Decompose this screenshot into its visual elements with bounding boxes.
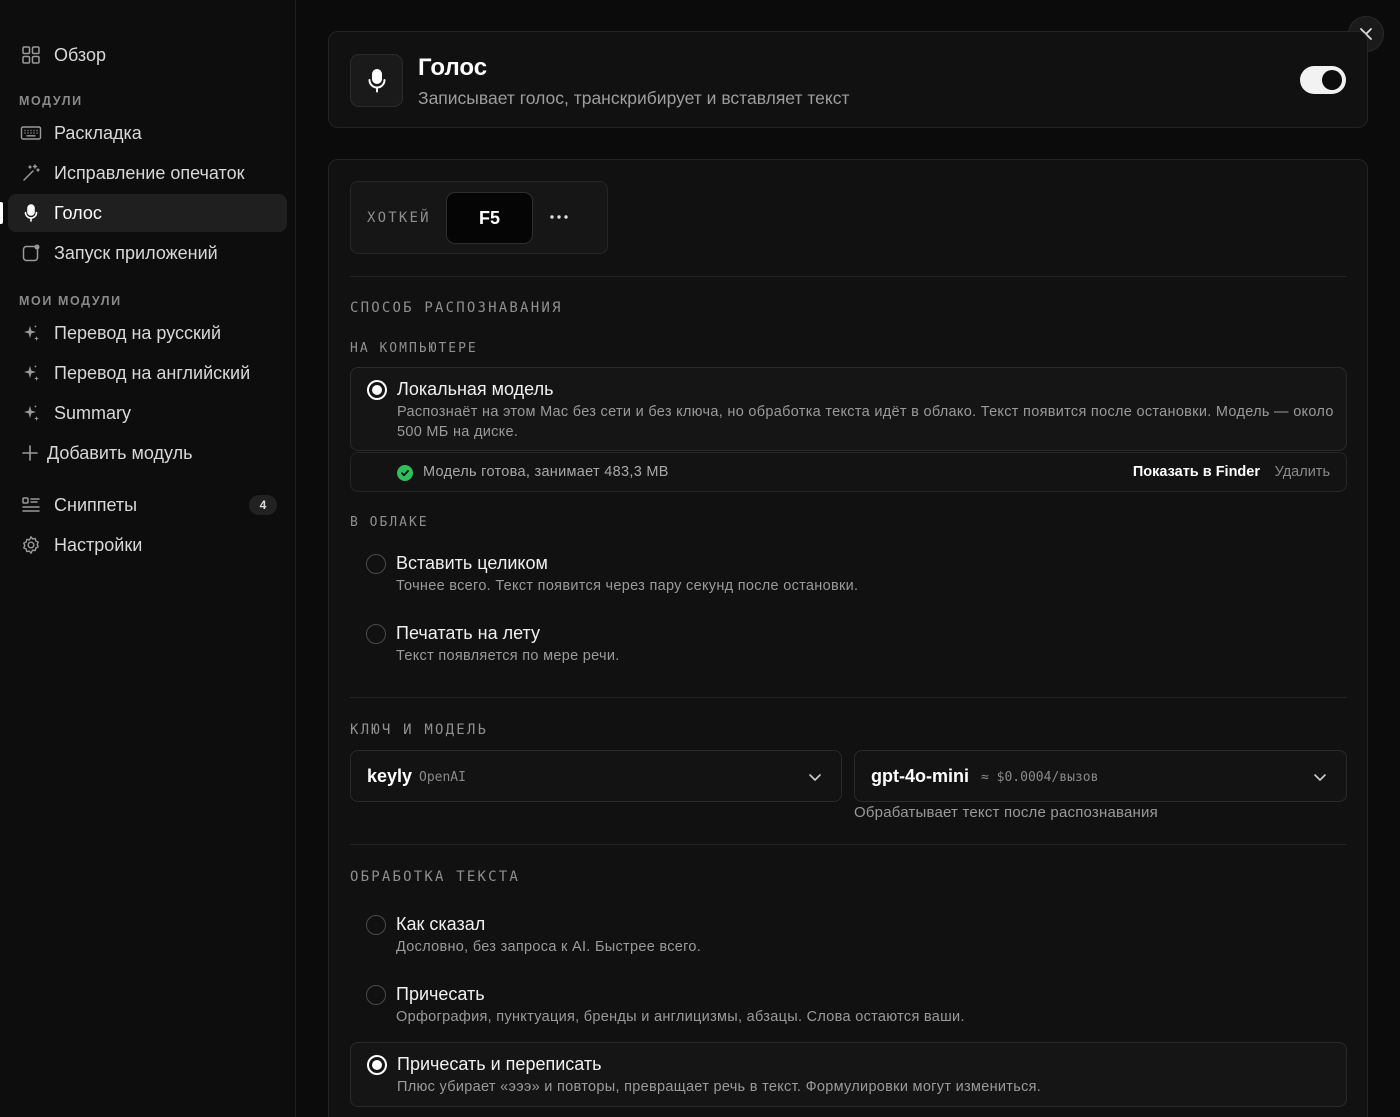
sidebar-item-label: Сниппеты (54, 494, 138, 515)
module-icon-box (350, 54, 403, 107)
chevron-down-icon (1314, 774, 1326, 781)
toggle-knob (1322, 70, 1342, 90)
radio-stream-typing[interactable] (366, 624, 386, 644)
sidebar-item-translate-en[interactable]: Перевод на английский (8, 354, 287, 392)
key-model-section-title: КЛЮЧ И МОДЕЛЬ (350, 722, 489, 738)
my-modules-section-title: МОИ МОДУЛИ (19, 294, 122, 308)
model-price: ≈ $0.0004/вызов (981, 770, 1099, 785)
radio-tidy[interactable] (366, 985, 386, 1005)
local-section-label: НА КОМПЬЮТЕРЕ (350, 341, 478, 356)
sidebar-item-layout[interactable]: Раскладка (8, 114, 287, 152)
more-options-button[interactable] (545, 203, 573, 231)
modules-section-title: МОДУЛИ (19, 94, 83, 108)
page-title: Голос (418, 54, 488, 81)
sidebar: Обзор МОДУЛИ Раскладка Исправление опеча… (0, 0, 296, 1117)
sidebar-item-label: Голос (54, 202, 102, 223)
api-key-select[interactable]: keyly OpenAI (350, 750, 842, 802)
keyboard-icon (20, 122, 42, 144)
magic-wand-icon (20, 162, 42, 184)
hotkey-group: ХОТКЕЙ F5 (350, 181, 608, 254)
gear-icon (20, 534, 42, 556)
sidebar-item-settings[interactable]: Настройки (8, 526, 287, 564)
divider (350, 697, 1347, 698)
option-stream-typing[interactable]: Печатать на лету Текст появляется по мер… (350, 612, 1347, 670)
option-description: Точнее всего. Текст появится через пару … (396, 578, 859, 594)
option-title: Вставить целиком (396, 553, 548, 573)
api-key-name: keyly (367, 766, 413, 786)
sparkle-icon (20, 322, 42, 344)
option-title: Причесать и переписать (397, 1054, 602, 1074)
more-icon (550, 215, 568, 219)
cloud-section-label: В ОБЛАКЕ (350, 515, 429, 530)
add-module-button[interactable]: Добавить модуль (8, 434, 287, 472)
app-window: Обзор МОДУЛИ Раскладка Исправление опеча… (0, 0, 1400, 1117)
snippets-count-badge: 4 (249, 495, 277, 515)
check-icon (397, 465, 413, 481)
grid-icon (20, 44, 42, 66)
snippets-icon (20, 494, 42, 516)
divider (350, 276, 1347, 277)
option-description: Текст появляется по мере речи. (396, 648, 620, 664)
microphone-icon (20, 202, 42, 224)
option-description: Орфография, пунктуация, бренды и англици… (396, 1009, 965, 1025)
option-title: Как сказал (396, 914, 486, 934)
delete-model-link[interactable]: Удалить (1275, 464, 1330, 480)
recognition-section-title: СПОСОБ РАСПОЗНАВАНИЯ (350, 300, 563, 316)
plus-icon (19, 442, 41, 464)
sidebar-item-label: Раскладка (54, 122, 142, 143)
divider (350, 844, 1347, 845)
microphone-icon (368, 68, 385, 92)
processing-section-title: ОБРАБОТКА ТЕКСТА (350, 869, 521, 885)
sidebar-item-label: Настройки (54, 534, 143, 555)
show-in-finder-link[interactable]: Показать в Finder (1133, 464, 1260, 480)
app-launch-icon (20, 242, 42, 264)
sidebar-item-typo-fix[interactable]: Исправление опечаток (8, 154, 287, 192)
sidebar-item-label: Запуск приложений (54, 242, 218, 263)
sidebar-item-app-launch[interactable]: Запуск приложений (8, 234, 287, 272)
option-title: Печатать на лету (396, 623, 540, 643)
option-tidy[interactable]: Причесать Орфография, пунктуация, бренды… (350, 973, 1347, 1031)
sidebar-item-label: Summary (54, 402, 132, 423)
sidebar-item-label: Обзор (54, 44, 106, 65)
radio-local-model[interactable] (367, 380, 387, 400)
sidebar-item-label: Исправление опечаток (54, 162, 245, 183)
module-enabled-toggle[interactable] (1300, 66, 1346, 94)
option-description: Плюс убирает «эээ» и повторы, превращает… (397, 1079, 1042, 1095)
model-status-row: Модель готова, занимает 483,3 MB Показат… (350, 452, 1347, 492)
api-key-provider: OpenAI (419, 770, 466, 785)
model-name: gpt-4o-mini (871, 766, 969, 786)
chevron-down-icon (809, 774, 821, 781)
module-header-card: Голос Записывает голос, транскрибирует и… (328, 31, 1368, 128)
radio-as-spoken[interactable] (366, 915, 386, 935)
model-status-text: Модель готова, занимает 483,3 MB (423, 464, 669, 480)
sidebar-item-label: Добавить модуль (47, 442, 193, 463)
option-title: Локальная модель (397, 379, 554, 399)
option-as-spoken[interactable]: Как сказал Дословно, без запроса к AI. Б… (350, 903, 1347, 961)
voice-settings-card: ХОТКЕЙ F5 СПОСОБ РАСПОЗНАВАНИЯ НА КОМПЬЮ… (328, 159, 1368, 1117)
sidebar-item-label: Перевод на английский (54, 362, 251, 383)
option-paste-whole[interactable]: Вставить целиком Точнее всего. Текст поя… (350, 542, 1347, 600)
page-subtitle: Записывает голос, транскрибирует и встав… (418, 88, 850, 108)
sidebar-item-snippets[interactable]: Сниппеты 4 (8, 486, 287, 524)
sidebar-item-label: Перевод на русский (54, 322, 221, 343)
model-hint: Обрабатывает текст после распознавания (854, 804, 1158, 821)
hotkey-label: ХОТКЕЙ (367, 210, 431, 226)
hotkey-key-button[interactable]: F5 (446, 192, 533, 244)
sparkle-icon (20, 362, 42, 384)
option-tidy-rewrite[interactable]: Причесать и переписать Плюс убирает «эээ… (350, 1042, 1347, 1107)
radio-paste-whole[interactable] (366, 554, 386, 574)
model-select[interactable]: gpt-4o-mini ≈ $0.0004/вызов (854, 750, 1347, 802)
option-title: Причесать (396, 984, 485, 1004)
sparkle-icon (20, 402, 42, 424)
option-local-model[interactable]: Локальная модель Распознаёт на этом Mac … (350, 367, 1347, 451)
option-description: Дословно, без запроса к AI. Быстрее всег… (396, 939, 702, 955)
radio-tidy-rewrite[interactable] (367, 1055, 387, 1075)
sidebar-item-voice[interactable]: Голос (0, 194, 287, 232)
sidebar-item-summary[interactable]: Summary (8, 394, 287, 432)
sidebar-item-overview[interactable]: Обзор (8, 36, 287, 74)
sidebar-item-translate-ru[interactable]: Перевод на русский (8, 314, 287, 352)
option-description: Распознаёт на этом Mac без сети и без кл… (397, 404, 1334, 440)
